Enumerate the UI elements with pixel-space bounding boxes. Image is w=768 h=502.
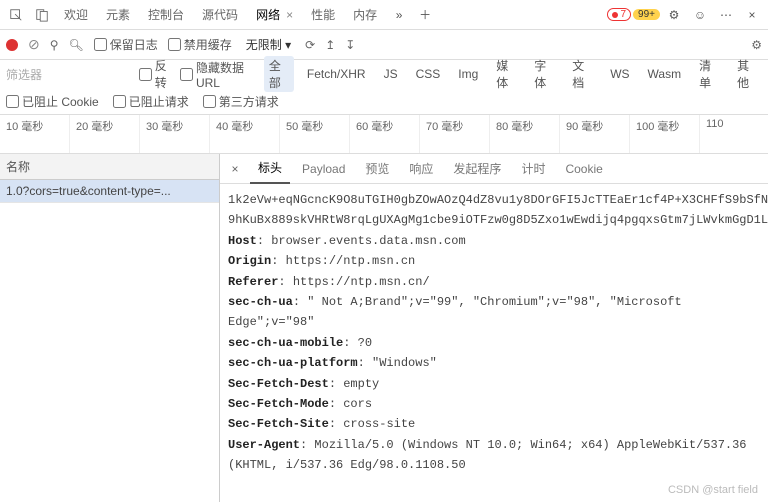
filter-type-all[interactable]: 全部	[264, 56, 294, 92]
detail-pane: × 标头 Payload 预览 响应 发起程序 计时 Cookie 1k2eVw…	[220, 154, 768, 502]
warnings-badge[interactable]: 99+	[633, 9, 660, 20]
gear-icon[interactable]: ⚙	[662, 3, 686, 27]
invert-checkbox[interactable]: 反转	[139, 57, 172, 91]
timeline-tick: 110	[700, 115, 768, 153]
close-icon[interactable]: ×	[286, 8, 293, 22]
header-sec-fetch-dest: Sec-Fetch-Dest: empty	[228, 374, 760, 394]
menu-icon[interactable]: ⋯	[714, 3, 738, 27]
filter-toggle-icon[interactable]: ⚲	[50, 38, 59, 52]
request-row[interactable]: 1.0?cors=true&content-type=...	[0, 180, 219, 203]
filter-input[interactable]: 筛选器	[6, 66, 131, 83]
tab-performance[interactable]: 性能	[303, 0, 343, 30]
blocked-request-checkbox[interactable]: 已阻止请求	[113, 93, 189, 110]
throttle-select[interactable]: 无限制 ▾	[242, 35, 295, 54]
timeline-tick: 90 毫秒	[560, 115, 630, 153]
timeline-tick: 70 毫秒	[420, 115, 490, 153]
upload-icon[interactable]: ↥	[325, 38, 335, 52]
header-origin: Origin: https://ntp.msn.cn	[228, 251, 760, 271]
filter-type-font[interactable]: 字体	[529, 56, 559, 92]
watermark: CSDN @start field	[668, 484, 758, 496]
preserve-log-checkbox[interactable]: 保留日志	[94, 36, 158, 53]
timeline-tick: 10 毫秒	[0, 115, 70, 153]
filter-type-doc[interactable]: 文档	[567, 56, 597, 92]
timeline-tick: 50 毫秒	[280, 115, 350, 153]
timeline[interactable]: 10 毫秒 20 毫秒 30 毫秒 40 毫秒 50 毫秒 60 毫秒 70 毫…	[0, 114, 768, 154]
devtools-top-row: 欢迎 元素 控制台 源代码 网络× 性能 内存 » ＋ 7 99+ ⚙ ☺ ⋯ …	[0, 0, 768, 30]
disable-cache-checkbox[interactable]: 禁用缓存	[168, 36, 232, 53]
request-list: 名称 1.0?cors=true&content-type=...	[0, 154, 220, 502]
name-column-header[interactable]: 名称	[0, 154, 219, 180]
tab-memory[interactable]: 内存	[345, 0, 385, 30]
filter-type-media[interactable]: 媒体	[491, 56, 521, 92]
record-button[interactable]	[6, 39, 18, 51]
close-detail-icon[interactable]: ×	[224, 162, 246, 176]
header-sec-ch-ua-mobile: sec-ch-ua-mobile: ?0	[228, 333, 760, 353]
tab-network[interactable]: 网络×	[248, 0, 301, 30]
network-toolbar: ⊘ ⚲ 🔍︎ 保留日志 禁用缓存 无限制 ▾ ⟳ ↥ ↧ ⚙	[0, 30, 768, 60]
filter-type-manifest[interactable]: 清单	[694, 56, 724, 92]
header-referer: Referer: https://ntp.msn.cn/	[228, 272, 760, 292]
hide-data-url-checkbox[interactable]: 隐藏数据 URL	[180, 59, 256, 90]
detail-tab-preview[interactable]: 预览	[357, 154, 397, 184]
tab-console[interactable]: 控制台	[140, 0, 192, 30]
timeline-tick: 30 毫秒	[140, 115, 210, 153]
detail-tab-cookie[interactable]: Cookie	[557, 154, 610, 184]
detail-tab-response[interactable]: 响应	[401, 154, 441, 184]
filter-type-css[interactable]: CSS	[411, 66, 446, 82]
filter-type-fetch[interactable]: Fetch/XHR	[302, 66, 371, 82]
timeline-tick: 20 毫秒	[70, 115, 140, 153]
detail-tab-payload[interactable]: Payload	[294, 154, 353, 184]
timeline-tick: 100 毫秒	[630, 115, 700, 153]
filter-type-js[interactable]: JS	[379, 66, 403, 82]
filter-type-img[interactable]: Img	[453, 66, 483, 82]
filter-type-ws[interactable]: WS	[605, 66, 634, 82]
more-tabs-icon[interactable]: »	[387, 3, 411, 27]
settings-gear-icon[interactable]: ⚙	[751, 38, 762, 52]
header-blob: 9hKuBx889skVHRtW8rqLgUXAgMg1cbe9iOTFzw0g…	[228, 210, 760, 230]
tab-elements[interactable]: 元素	[98, 0, 138, 30]
split-pane: 名称 1.0?cors=true&content-type=... × 标头 P…	[0, 154, 768, 502]
third-party-checkbox[interactable]: 第三方请求	[203, 93, 279, 110]
filter-type-other[interactable]: 其他	[732, 56, 762, 92]
filter-bar-2: 已阻止 Cookie 已阻止请求 第三方请求	[0, 88, 768, 114]
header-sec-ch-ua: sec-ch-ua: " Not A;Brand";v="99", "Chrom…	[228, 292, 760, 333]
headers-content[interactable]: 1k2eVw+eqNGcncK9O8uTGIH0gbZOwAOzQ4dZ8vu1…	[220, 184, 768, 502]
feedback-icon[interactable]: ☺	[688, 3, 712, 27]
clear-icon[interactable]: ⊘	[28, 36, 40, 53]
detail-tabs: × 标头 Payload 预览 响应 发起程序 计时 Cookie	[220, 154, 768, 184]
close-devtools-icon[interactable]: ×	[740, 3, 764, 27]
header-host: Host: browser.events.data.msn.com	[228, 231, 760, 251]
network-conditions-icon[interactable]: ⟳	[305, 38, 315, 52]
header-sec-fetch-site: Sec-Fetch-Site: cross-site	[228, 414, 760, 434]
timeline-tick: 80 毫秒	[490, 115, 560, 153]
tab-welcome[interactable]: 欢迎	[56, 0, 96, 30]
header-sec-ch-ua-platform: sec-ch-ua-platform: "Windows"	[228, 353, 760, 373]
tab-sources[interactable]: 源代码	[194, 0, 246, 30]
header-sec-fetch-mode: Sec-Fetch-Mode: cors	[228, 394, 760, 414]
device-icon[interactable]	[30, 3, 54, 27]
detail-tab-initiator[interactable]: 发起程序	[445, 154, 509, 184]
detail-tab-timing[interactable]: 计时	[513, 154, 553, 184]
detail-tab-headers[interactable]: 标头	[250, 154, 290, 184]
timeline-tick: 60 毫秒	[350, 115, 420, 153]
filter-type-wasm[interactable]: Wasm	[643, 66, 687, 82]
inspect-icon[interactable]	[4, 3, 28, 27]
timeline-tick: 40 毫秒	[210, 115, 280, 153]
blocked-cookie-checkbox[interactable]: 已阻止 Cookie	[6, 93, 99, 110]
errors-badge[interactable]: 7	[607, 8, 631, 21]
download-icon[interactable]: ↧	[345, 38, 355, 52]
header-blob: 1k2eVw+eqNGcncK9O8uTGIH0gbZOwAOzQ4dZ8vu1…	[228, 190, 760, 210]
add-tab-icon[interactable]: ＋	[413, 3, 437, 27]
search-icon[interactable]: 🔍︎	[69, 38, 84, 52]
filter-bar: 筛选器 反转 隐藏数据 URL 全部 Fetch/XHR JS CSS Img …	[0, 60, 768, 88]
header-user-agent: User-Agent: Mozilla/5.0 (Windows NT 10.0…	[228, 435, 760, 476]
